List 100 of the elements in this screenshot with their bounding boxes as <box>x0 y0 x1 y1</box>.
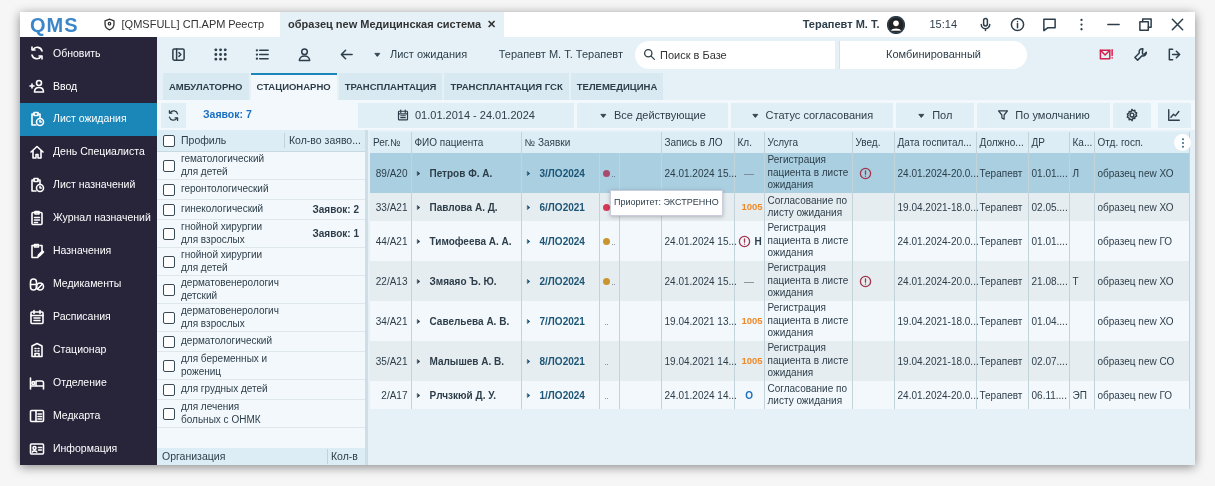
profile-name[interactable]: дерматологический <box>181 335 284 348</box>
expand-icon[interactable] <box>524 358 532 366</box>
view-dropdown[interactable]: Лист ожидания <box>373 40 468 69</box>
tab[interactable]: ТРАНСПЛАНТАЦИЯ ГСК <box>444 73 569 100</box>
settings-icon[interactable] <box>1124 108 1139 122</box>
info-icon[interactable] <box>1009 17 1025 32</box>
checkbox[interactable] <box>163 159 175 172</box>
column-header[interactable]: ФИО пациента <box>411 132 521 153</box>
profile-name[interactable]: геронтологический <box>181 183 284 196</box>
expand-icon[interactable] <box>524 278 532 286</box>
sidebar-item[interactable]: Журнал назначений <box>20 201 157 235</box>
profile-name[interactable]: для беременных и рожениц <box>181 353 284 378</box>
expand-icon[interactable] <box>524 204 532 212</box>
sidebar-item[interactable]: Информация <box>20 432 157 465</box>
tab[interactable]: СТАЦИОНАРНО <box>250 73 337 100</box>
close-icon[interactable] <box>1169 17 1185 32</box>
column-header[interactable]: Услуга <box>764 132 852 153</box>
wrench-icon[interactable] <box>1132 47 1148 62</box>
search-input[interactable]: Поиск в Базе <box>656 41 826 68</box>
column-header[interactable]: ДР <box>1028 132 1069 153</box>
checkbox[interactable] <box>163 335 175 348</box>
profile-name[interactable]: для лечения больных с ОНМК <box>181 401 284 426</box>
expand-icon[interactable] <box>524 170 532 178</box>
chat-icon[interactable] <box>1041 17 1057 32</box>
checkbox[interactable] <box>163 255 175 268</box>
user-icon[interactable] <box>296 47 312 62</box>
chart-icon[interactable] <box>1167 108 1182 122</box>
sidebar-item[interactable]: Стационар <box>20 333 157 367</box>
search-mode-button[interactable]: Комбинированный <box>839 40 1027 69</box>
expand-icon[interactable] <box>414 170 422 178</box>
sidebar-item[interactable]: Обновить <box>20 37 157 70</box>
column-header[interactable]: Кл. <box>734 132 764 153</box>
sidebar-item[interactable]: Лист ожидания <box>20 102 157 136</box>
tab[interactable]: ТРАНСПЛАНТАЦИЯ <box>338 73 443 100</box>
sidebar-item[interactable]: Медикаменты <box>20 267 157 301</box>
column-header[interactable]: Увед. <box>852 132 894 153</box>
table-cell: 1005 <box>741 355 763 367</box>
panel-icon[interactable] <box>170 47 186 62</box>
expand-icon[interactable] <box>414 318 422 326</box>
profile-name[interactable]: гинекологический <box>181 203 284 216</box>
preset-filter-button[interactable]: По умолчанию <box>977 102 1111 128</box>
avatar-icon[interactable] <box>887 15 906 34</box>
request-number[interactable]: 7/ЛО2021 <box>539 315 585 327</box>
checkbox[interactable] <box>163 383 175 396</box>
mail-alert-icon[interactable] <box>1098 47 1114 62</box>
checkbox[interactable] <box>163 407 175 420</box>
request-number[interactable]: 4/ЛО2024 <box>539 235 585 247</box>
profile-name[interactable]: гнойной хирургии для детей <box>181 249 284 274</box>
logout-icon[interactable] <box>1166 47 1182 62</box>
tab[interactable]: ТЕЛЕМЕДИЦИНА <box>570 73 664 100</box>
column-header[interactable]: Дата госпитал... <box>894 132 976 153</box>
checkbox[interactable] <box>163 134 175 147</box>
profile-name[interactable]: дерматовенерологич для взрослых <box>181 305 284 330</box>
window-tab[interactable]: [QMSFULL] СП.АРМ Реестр <box>94 12 273 37</box>
checkbox[interactable] <box>163 183 175 196</box>
table-cell: 1005 <box>741 201 763 213</box>
sidebar-item[interactable]: Лист назначений <box>20 168 157 202</box>
refresh-icon[interactable] <box>167 107 180 123</box>
checkbox[interactable] <box>163 311 175 324</box>
expand-icon[interactable] <box>524 238 532 246</box>
sidebar-item[interactable]: Назначения <box>20 234 157 268</box>
sidebar-item[interactable]: Расписания <box>20 300 157 334</box>
expand-icon[interactable] <box>414 204 422 212</box>
expand-icon[interactable] <box>414 358 422 366</box>
list-icon[interactable] <box>254 47 270 62</box>
request-number[interactable]: 8/ЛО2021 <box>539 355 585 367</box>
expand-icon[interactable] <box>524 392 532 400</box>
search-field[interactable]: Поиск в Базе <box>635 40 835 69</box>
column-header[interactable]: Должно... <box>976 132 1028 153</box>
back-arrow-icon[interactable] <box>338 47 354 62</box>
sidebar-item[interactable]: Медкарта <box>20 399 157 433</box>
expand-icon[interactable] <box>414 238 422 246</box>
restore-icon[interactable] <box>1137 17 1153 32</box>
request-number[interactable]: 3/ЛО2024 <box>539 167 585 179</box>
profile-name[interactable]: дерматовенерологич детский <box>181 277 284 302</box>
sidebar-item[interactable]: Отделение <box>20 366 157 400</box>
sidebar-item[interactable]: День Специалиста <box>20 135 157 169</box>
checkbox[interactable] <box>163 359 175 372</box>
column-header[interactable]: Ка... <box>1069 132 1094 153</box>
profile-name[interactable]: для грудных детей <box>181 383 284 396</box>
filter-dropdown[interactable]: Все действующие <box>576 102 729 128</box>
expand-icon[interactable] <box>414 392 422 400</box>
tab[interactable]: АМБУЛАТОРНО <box>163 73 249 100</box>
window-tab[interactable]: образец new Медицинская система ✕ <box>280 12 505 37</box>
column-header[interactable]: № Заявки <box>521 132 661 153</box>
date-range-button[interactable]: 01.01.2014 - 24.01.2024 <box>358 102 574 128</box>
sidebar-item[interactable]: Ввод <box>20 69 157 103</box>
column-header[interactable]: Запись в ЛО <box>661 132 734 153</box>
request-number[interactable]: 2/ЛО2024 <box>539 275 585 287</box>
filter-dropdown[interactable]: Статус согласования <box>731 102 893 128</box>
checkbox[interactable] <box>163 283 175 296</box>
checkbox[interactable] <box>163 227 175 240</box>
grid-icon[interactable] <box>212 47 228 62</box>
expand-icon[interactable] <box>414 278 422 286</box>
filter-dropdown[interactable]: Пол <box>895 102 974 128</box>
profile-name[interactable]: гематологический для детей <box>181 153 284 178</box>
profile-name[interactable]: гнойной хирургии для взрослых <box>181 221 284 246</box>
column-header[interactable]: Рег.№ <box>370 132 411 153</box>
expand-icon[interactable] <box>524 318 532 326</box>
checkbox[interactable] <box>163 203 175 216</box>
